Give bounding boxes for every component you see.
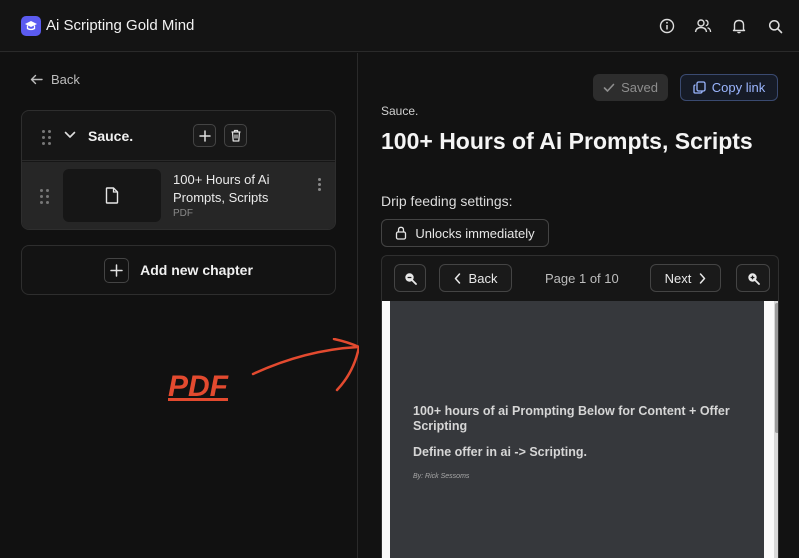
search-icon[interactable] (765, 16, 785, 36)
pdf-byline: By: Rick Sessoms (413, 473, 470, 480)
page-indicator: Page 1 of 10 (545, 271, 619, 286)
delete-chapter-button[interactable] (224, 124, 247, 147)
pdf-annotation: PDF (168, 370, 228, 403)
more-options-icon[interactable] (318, 178, 321, 191)
saved-button[interactable]: Saved (593, 74, 668, 101)
pdf-scrollbar-thumb[interactable] (775, 303, 778, 433)
pdf-subheading: Define offer in ai -> Scripting. (413, 445, 587, 459)
add-lesson-button[interactable] (193, 124, 216, 147)
bell-icon[interactable] (729, 16, 749, 36)
lesson-thumbnail (63, 169, 161, 222)
copy-link-button[interactable]: Copy link (680, 74, 778, 101)
chapter-name: Sauce. (381, 104, 419, 118)
lesson-type: PDF (173, 208, 193, 219)
pdf-render-area[interactable]: 100+ hours of ai Prompting Below for Con… (382, 301, 778, 558)
pdf-viewer: Back Page 1 of 10 Next 100+ hours of ai … (381, 255, 779, 558)
drip-feeding-label: Drip feeding settings: (381, 193, 513, 209)
lesson-item[interactable]: 100+ Hours of Ai Prompts, Scripts PDF (22, 162, 335, 229)
app-logo-icon (21, 16, 41, 36)
pdf-heading: 100+ hours of ai Prompting Below for Con… (413, 404, 730, 433)
users-icon[interactable] (693, 16, 713, 36)
chapter-header[interactable]: Sauce. (22, 111, 335, 161)
chevron-down-icon[interactable] (64, 131, 76, 139)
next-page-label: Next (664, 270, 692, 286)
zoom-in-icon (747, 272, 760, 285)
next-page-button[interactable]: Next (650, 264, 721, 292)
unlock-setting-button[interactable]: Unlocks immediately (381, 219, 549, 247)
saved-label: Saved (621, 80, 658, 95)
copy-icon (693, 81, 706, 94)
check-icon (603, 83, 615, 92)
plus-icon (104, 257, 130, 283)
info-icon[interactable] (657, 16, 677, 36)
back-label: Back (51, 72, 80, 87)
drag-handle-icon[interactable] (40, 189, 49, 204)
chapter-card: Sauce. 100+ Hours of Ai Prompts, Scripts… (21, 110, 336, 230)
previous-page-button[interactable]: Back (439, 264, 512, 292)
lesson-title: 100+ Hours of Ai Prompts, Scripts (173, 172, 270, 205)
app-title: Ai Scripting Gold Mind (46, 17, 195, 34)
plus-icon (198, 129, 211, 142)
add-new-chapter-button[interactable]: Add new chapter (21, 245, 336, 295)
chapter-title: Sauce. (88, 128, 134, 144)
lesson-heading: 100+ Hours of Ai Prompts, Scripts (381, 128, 753, 154)
back-link[interactable]: Back (30, 72, 80, 87)
copy-link-label: Copy link (711, 80, 766, 95)
trash-icon (231, 129, 240, 142)
file-icon (105, 187, 119, 204)
drag-handle-icon[interactable] (42, 130, 51, 145)
unlock-label: Unlocks immediately (415, 225, 535, 241)
arrow-left-icon (30, 74, 43, 85)
top-bar: Ai Scripting Gold Mind (0, 0, 799, 52)
course-outline-panel: Back Sauce. 100+ Hours of Ai Prompts, Sc… (0, 53, 358, 558)
zoom-in-button[interactable] (736, 264, 770, 292)
zoom-out-icon (404, 272, 417, 285)
annotation-arrow-icon (251, 338, 361, 392)
chevron-right-icon (700, 272, 706, 284)
pdf-page: 100+ hours of ai Prompting Below for Con… (390, 301, 764, 558)
lesson-detail-panel: Saved Copy link Sauce. 100+ Hours of Ai … (359, 53, 799, 558)
zoom-out-button[interactable] (394, 264, 426, 292)
add-chapter-label: Add new chapter (140, 262, 253, 278)
lock-icon (396, 226, 407, 240)
back-page-label: Back (468, 270, 498, 286)
chevron-left-icon (454, 272, 460, 284)
